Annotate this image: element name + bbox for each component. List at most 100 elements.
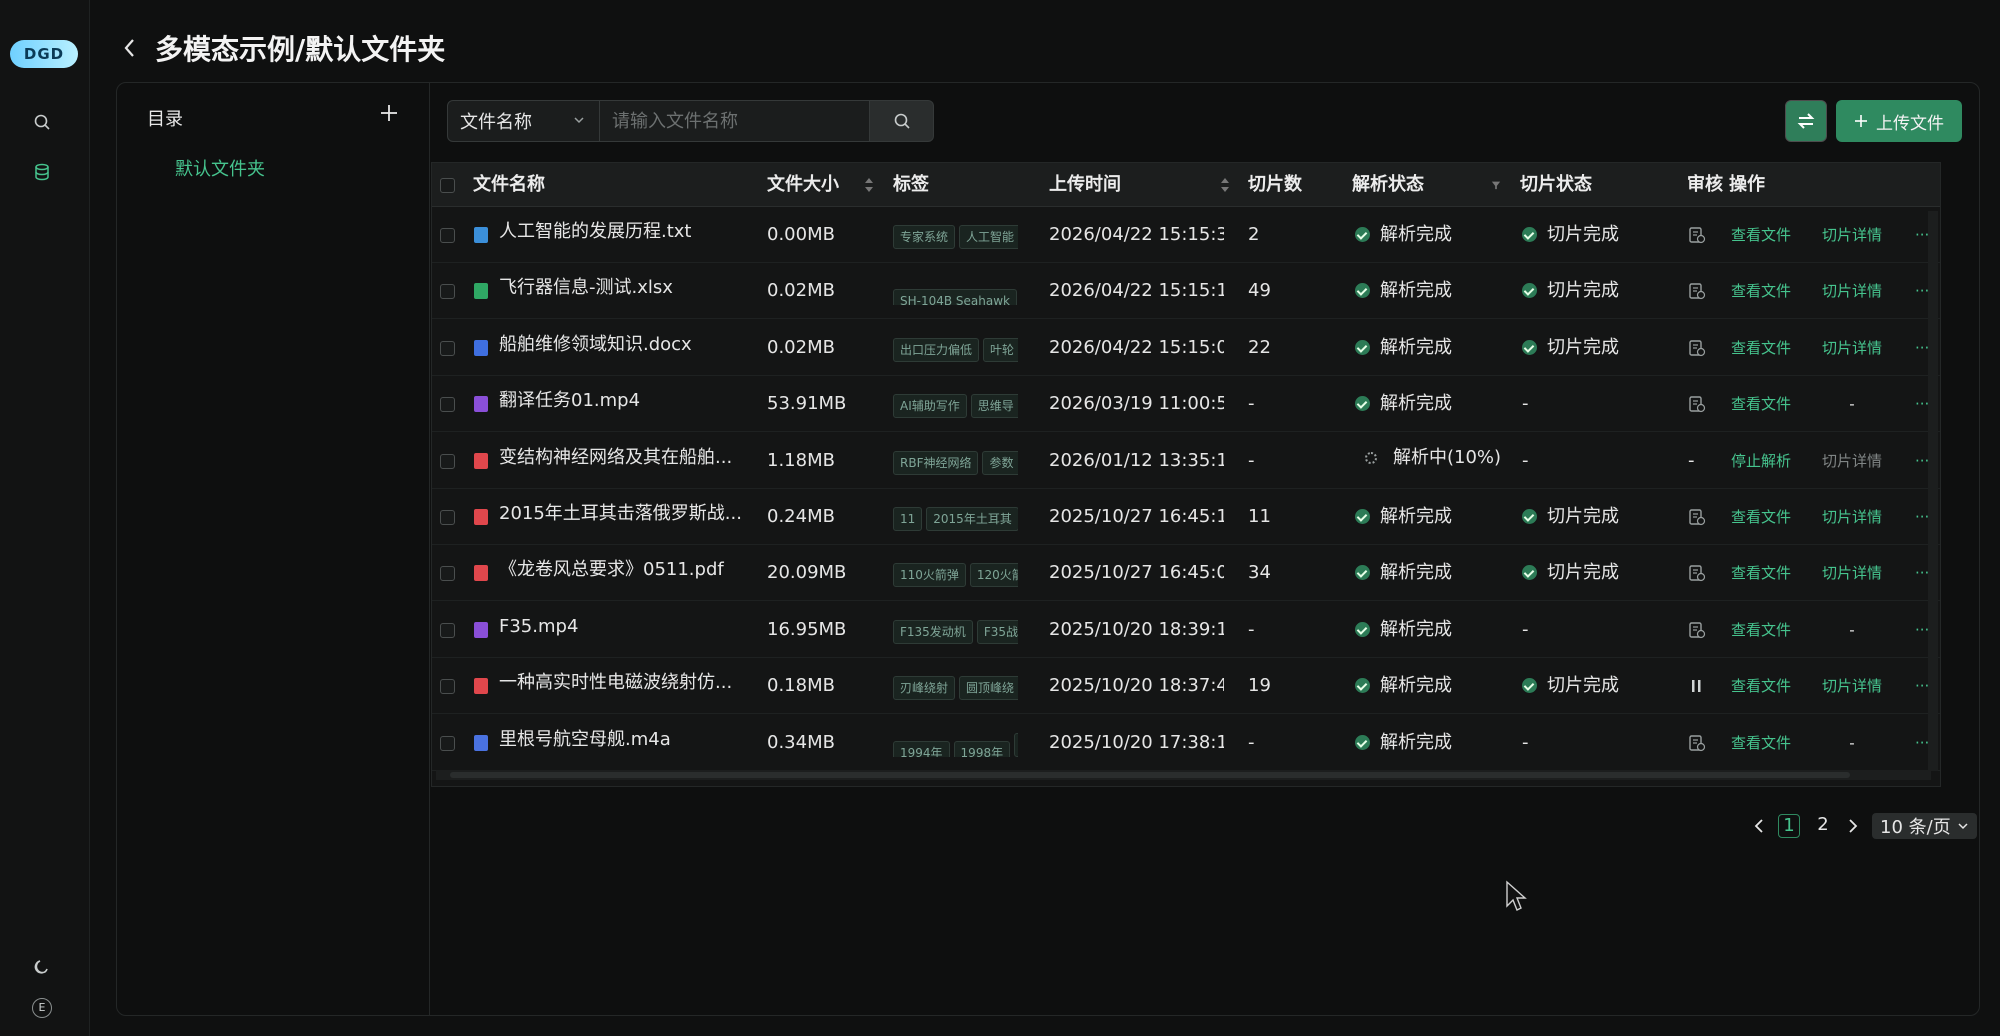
file-name[interactable]: 人工智能的发展历程.txt	[499, 207, 754, 263]
view-file-link[interactable]: 停止解析	[1731, 433, 1801, 489]
tag[interactable]: 思维导	[970, 394, 1018, 419]
table-row[interactable]: 人工智能的发展历程.txt 0.00MB 专家系统 人工智能 2026/04/22 15…	[432, 207, 1940, 263]
slice-detail-link[interactable]: -	[1822, 602, 1882, 658]
view-file-link[interactable]: 查看文件	[1731, 602, 1801, 658]
audit-document-icon[interactable]	[1688, 564, 1706, 582]
tag[interactable]: 专家系统	[893, 225, 956, 249]
file-name[interactable]: 《龙卷风总要求》0511.pdf	[499, 545, 754, 601]
back-button[interactable]	[118, 34, 142, 62]
tag[interactable]: 圆顶峰绕	[959, 676, 1018, 701]
search-button[interactable]	[870, 100, 934, 142]
table-row[interactable]: 变结构神经网络及其在船舶... 1.18MB RBF神经网络 参数 2026/01/12…	[432, 433, 1940, 489]
file-name[interactable]: 2015年土耳其击落俄罗斯战...	[499, 489, 754, 545]
sort-icon[interactable]	[1220, 177, 1230, 193]
tag[interactable]: SH-104B Seahawk	[893, 289, 1017, 306]
scrollbar-thumb[interactable]	[450, 772, 1850, 778]
slice-detail-link[interactable]: -	[1822, 376, 1882, 432]
moon-icon[interactable]	[30, 955, 54, 979]
filter-icon[interactable]	[1491, 177, 1501, 193]
tag[interactable]: 出口压力偏低	[893, 337, 980, 362]
table-row[interactable]: 《龙卷风总要求》0511.pdf 20.09MB 110火箭弹 120火箭 2025/1…	[432, 545, 1940, 602]
search-input[interactable]	[600, 100, 870, 142]
audit-document-icon[interactable]	[1688, 226, 1706, 244]
slice-detail-link[interactable]: 切片详情	[1822, 658, 1892, 714]
tag[interactable]: 110火箭弹	[893, 563, 966, 588]
slice-detail-link[interactable]: 切片详情	[1822, 207, 1892, 263]
file-name[interactable]: F35.mp4	[499, 602, 754, 658]
tag[interactable]: F135发动机	[893, 619, 973, 644]
table-row[interactable]: 船舶维修领域知识.docx 0.02MB 出口压力偏低 叶轮 2026/04/22 15…	[432, 320, 1940, 376]
view-file-link[interactable]: 查看文件	[1731, 320, 1801, 376]
row-checkbox[interactable]	[440, 397, 455, 413]
pause-icon[interactable]	[1688, 677, 1706, 695]
file-name[interactable]: 变结构神经网络及其在船舶...	[499, 433, 754, 489]
tag[interactable]: 2015年土耳其	[926, 507, 1018, 531]
table-row[interactable]: 里根号航空母舰.m4a 0.34MB 1994年 1998年 2025/10/20 17…	[432, 715, 1940, 771]
col-size[interactable]: 文件大小	[767, 163, 839, 207]
view-file-link[interactable]: 查看文件	[1731, 207, 1801, 263]
tag[interactable]: 刃峰绕射	[893, 676, 956, 701]
slice-detail-link[interactable]: -	[1822, 715, 1882, 771]
audit-document-icon[interactable]	[1688, 395, 1706, 413]
slice-detail-link[interactable]: 切片详情	[1822, 545, 1892, 601]
slice-detail-link[interactable]: 切片详情	[1822, 433, 1892, 489]
page-size-select[interactable]: 10 条/页	[1872, 813, 1977, 839]
app-logo[interactable]: DGD	[10, 40, 78, 68]
file-name[interactable]: 飞行器信息-测试.xlsx	[499, 263, 754, 319]
folder-item-default[interactable]: 默认文件夹	[175, 155, 265, 181]
view-file-link[interactable]: 查看文件	[1731, 376, 1801, 432]
view-file-link[interactable]: 查看文件	[1731, 545, 1801, 601]
database-icon[interactable]	[30, 160, 54, 184]
page-2[interactable]: 2	[1812, 814, 1834, 838]
table-row[interactable]: 飞行器信息-测试.xlsx 0.02MB SH-104B Seahawk 2026/0…	[432, 263, 1940, 320]
add-folder-button[interactable]	[377, 101, 401, 125]
avatar[interactable]: E	[30, 996, 54, 1020]
chevron-left-icon[interactable]	[1752, 817, 1766, 835]
tag[interactable]: 参数	[982, 450, 1018, 475]
file-name[interactable]: 船舶维修领域知识.docx	[499, 320, 754, 376]
view-file-link[interactable]: 查看文件	[1731, 263, 1801, 319]
search-icon[interactable]	[30, 110, 54, 134]
tag[interactable]: F35战	[976, 619, 1018, 644]
row-checkbox[interactable]	[440, 510, 455, 525]
horizontal-scrollbar[interactable]	[436, 770, 1931, 780]
audit-document-icon[interactable]	[1688, 508, 1706, 526]
slice-detail-link[interactable]: 切片详情	[1822, 489, 1892, 545]
view-file-link[interactable]: 查看文件	[1731, 489, 1801, 545]
slice-detail-link[interactable]: 切片详情	[1822, 263, 1892, 319]
view-file-link[interactable]: 查看文件	[1731, 715, 1801, 771]
table-row[interactable]: 2015年土耳其击落俄罗斯战... 0.24MB 11 2015年土耳其 2025/10…	[432, 489, 1940, 545]
slice-detail-link[interactable]: 切片详情	[1822, 320, 1892, 376]
tag[interactable]: 叶轮	[983, 337, 1018, 362]
row-checkbox[interactable]	[440, 453, 455, 469]
col-upload-time[interactable]: 上传时间	[1049, 163, 1121, 207]
tag[interactable]: 1994年	[893, 740, 950, 757]
select-all-checkbox[interactable]	[440, 178, 455, 193]
row-checkbox[interactable]	[440, 284, 455, 300]
tag[interactable]: 人工智能	[959, 225, 1018, 249]
swap-view-button[interactable]	[1785, 100, 1827, 142]
upload-file-button[interactable]: 上传文件	[1836, 100, 1962, 142]
tag[interactable]: 120火箭	[969, 563, 1018, 588]
vertical-scrollbar[interactable]	[1928, 211, 1938, 771]
table-row[interactable]: 翻译任务01.mp4 53.91MB AI辅助写作 思维导 2026/03/19 11:…	[432, 376, 1940, 433]
file-name[interactable]: 一种高实时性电磁波绕射仿...	[499, 658, 754, 714]
row-checkbox[interactable]	[440, 228, 455, 243]
audit-document-icon[interactable]	[1688, 621, 1706, 639]
view-file-link[interactable]: 查看文件	[1731, 658, 1801, 714]
sort-icon[interactable]	[864, 177, 874, 193]
file-name[interactable]: 翻译任务01.mp4	[499, 376, 754, 432]
table-row[interactable]: 一种高实时性电磁波绕射仿... 0.18MB 刃峰绕射 圆顶峰绕 2025/10/20 …	[432, 658, 1940, 715]
file-name[interactable]: 里根号航空母舰.m4a	[499, 715, 754, 771]
row-checkbox[interactable]	[440, 735, 455, 751]
audit-document-icon[interactable]	[1688, 282, 1706, 300]
tag[interactable]: 1998年	[953, 740, 1011, 757]
audit-document-icon[interactable]	[1688, 734, 1706, 752]
tag[interactable]: RBF神经网络	[893, 450, 979, 475]
row-checkbox[interactable]	[440, 566, 455, 582]
tag[interactable]: 11	[893, 507, 923, 531]
table-row[interactable]: F35.mp4 16.95MB F135发动机 F35战 2025/10/20 18:3…	[432, 602, 1940, 658]
page-1[interactable]: 1	[1778, 814, 1800, 838]
row-checkbox[interactable]	[440, 340, 455, 356]
row-checkbox[interactable]	[440, 679, 455, 695]
